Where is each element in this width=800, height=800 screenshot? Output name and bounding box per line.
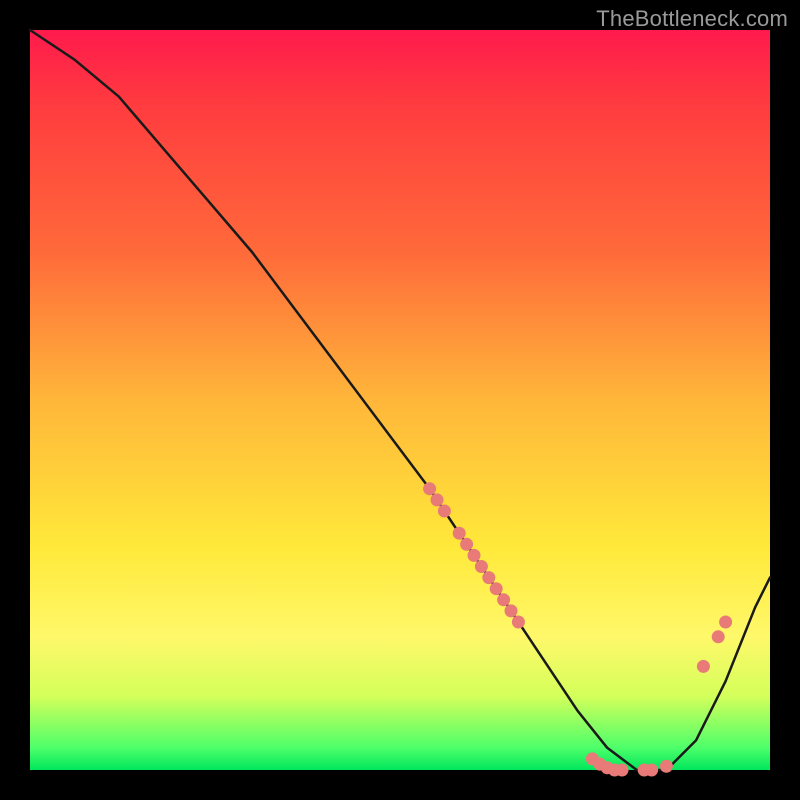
chart-frame: TheBottleneck.com xyxy=(0,0,800,800)
data-marker xyxy=(660,760,673,773)
data-marker xyxy=(460,538,473,551)
data-marker xyxy=(438,505,451,518)
data-marker xyxy=(482,571,495,584)
data-marker xyxy=(719,616,732,629)
data-marker xyxy=(697,660,710,673)
data-marker xyxy=(497,593,510,606)
watermark-text: TheBottleneck.com xyxy=(596,6,788,32)
data-marker xyxy=(712,630,725,643)
plot-area xyxy=(30,30,770,770)
data-marker xyxy=(505,604,518,617)
data-markers xyxy=(423,482,732,776)
data-marker xyxy=(616,764,629,777)
data-marker xyxy=(490,582,503,595)
data-marker xyxy=(645,764,658,777)
data-marker xyxy=(512,616,525,629)
data-marker xyxy=(475,560,488,573)
data-marker xyxy=(431,493,444,506)
data-marker xyxy=(423,482,436,495)
data-marker xyxy=(468,549,481,562)
data-marker xyxy=(453,527,466,540)
curve-svg xyxy=(30,30,770,770)
bottleneck-curve-line xyxy=(30,30,770,770)
